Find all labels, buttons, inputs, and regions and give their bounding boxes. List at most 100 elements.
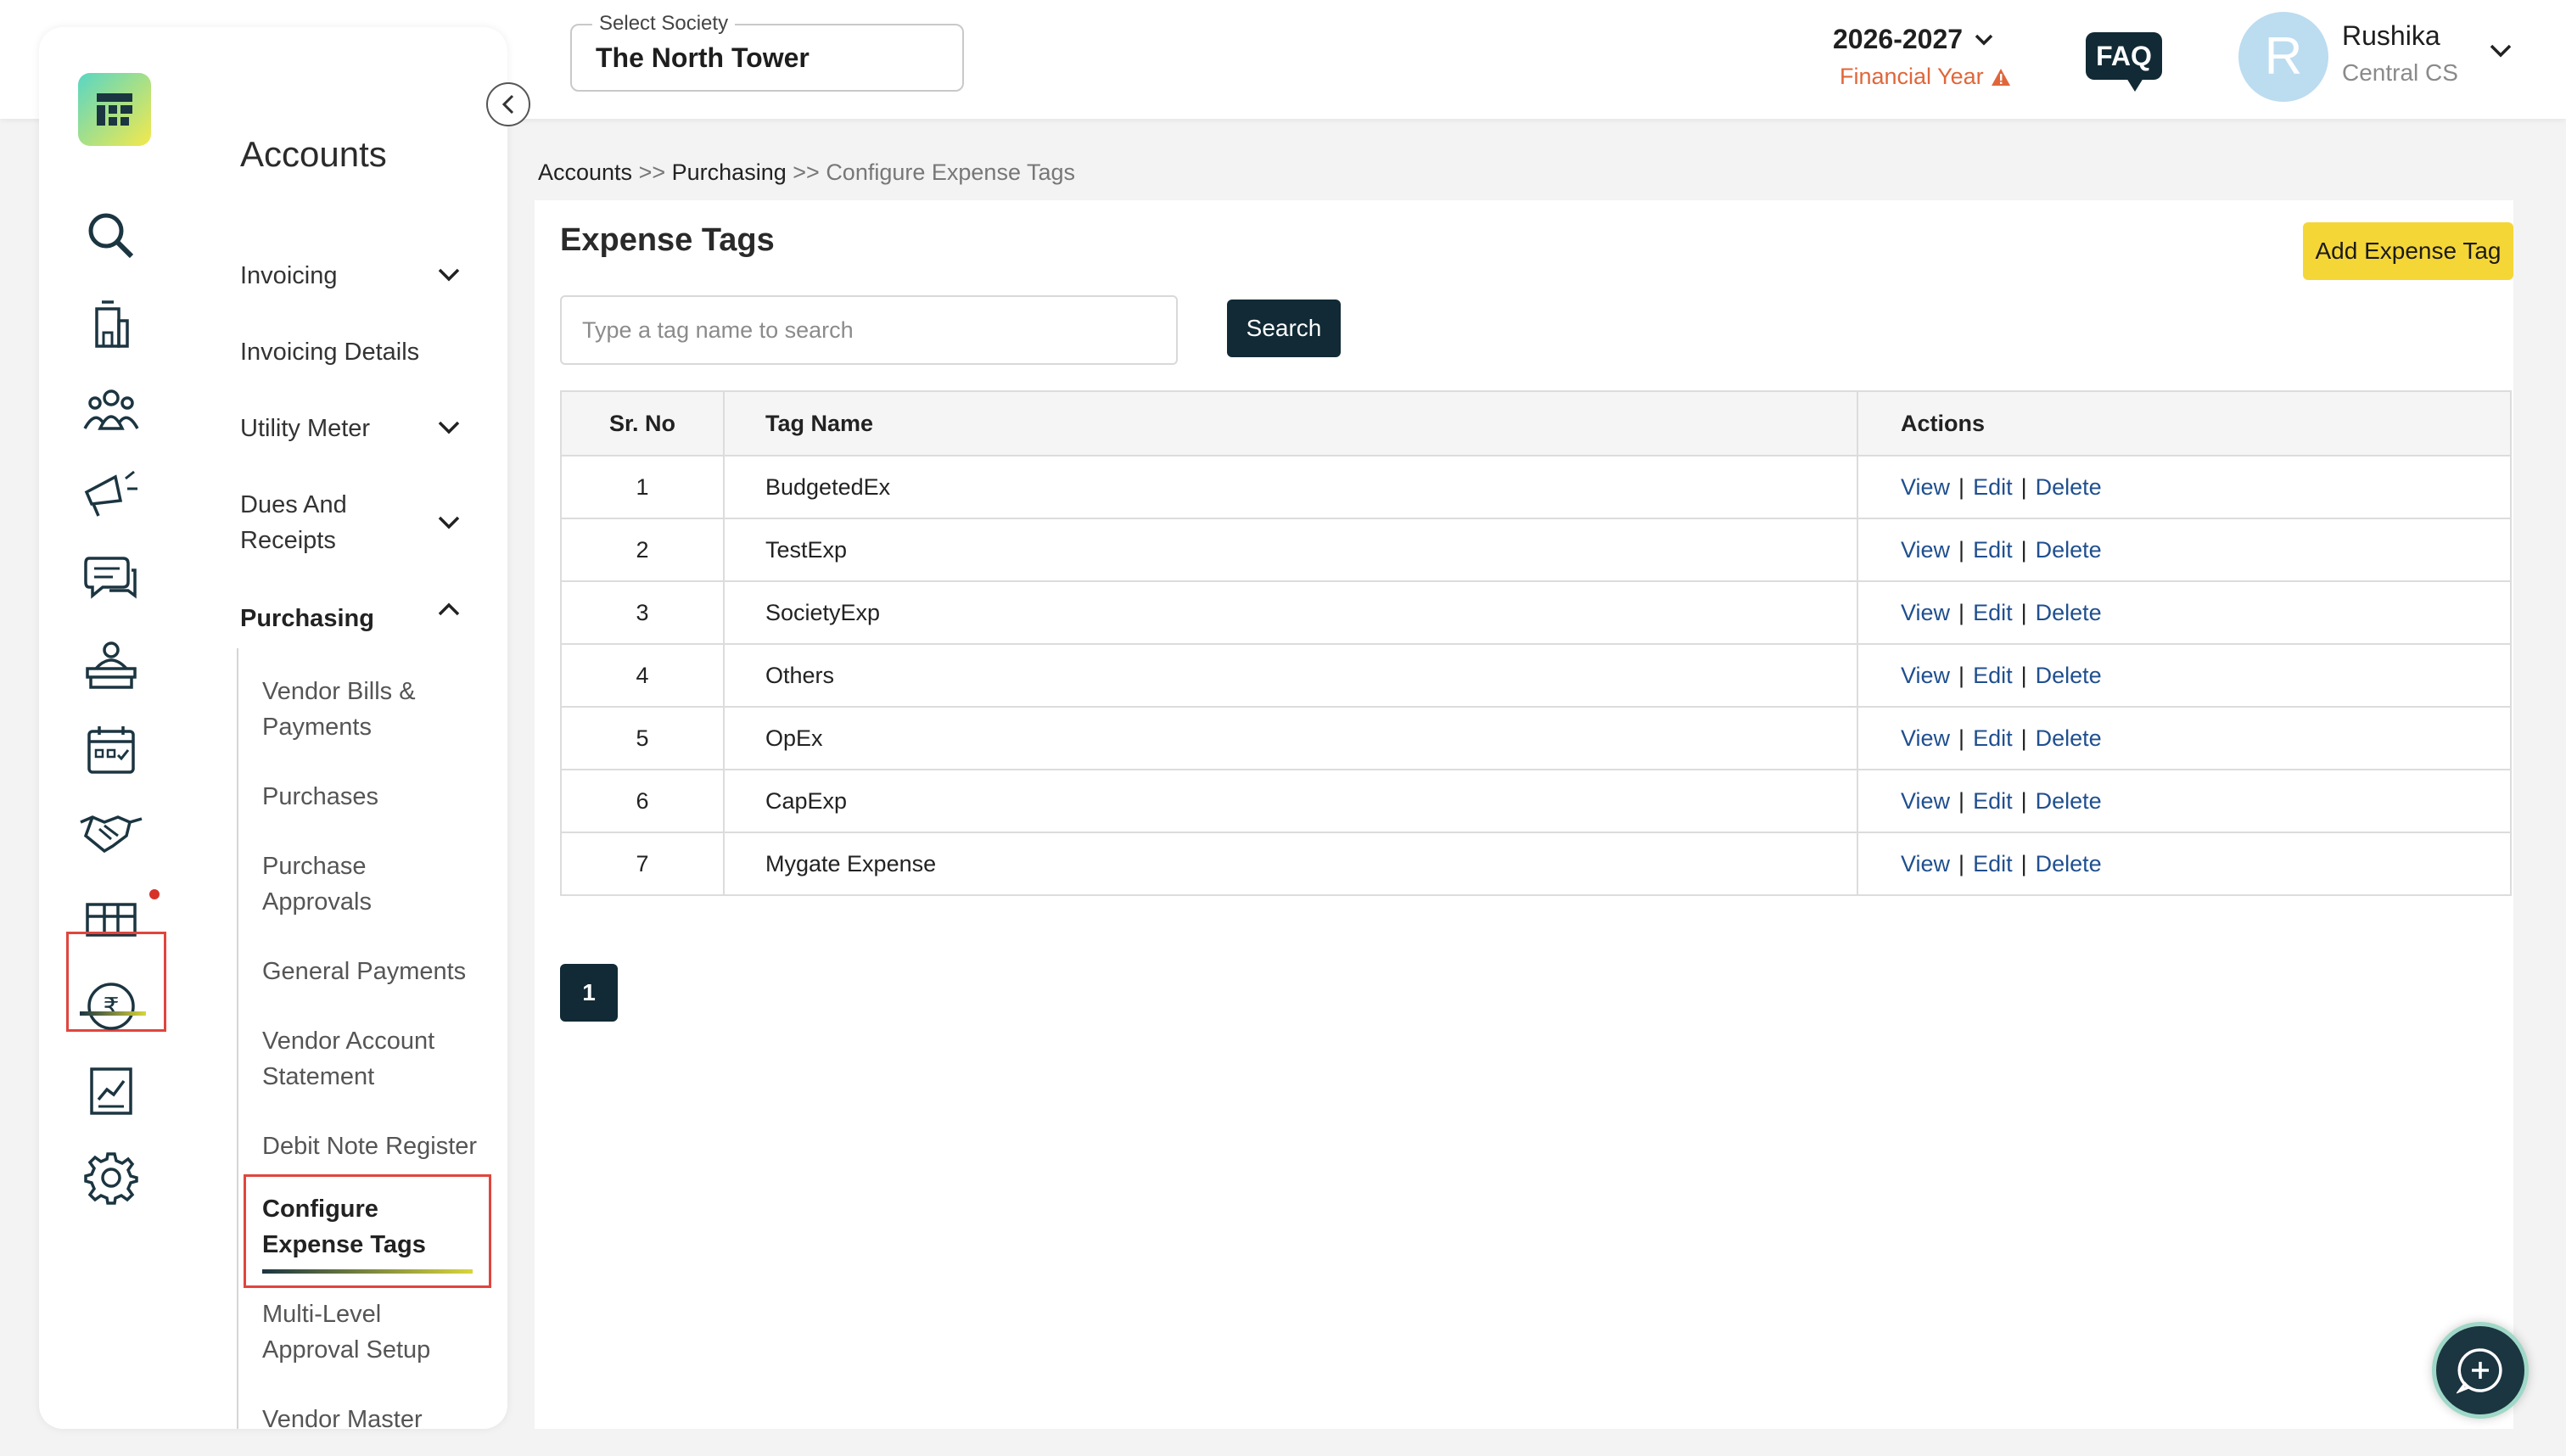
view-link[interactable]: View [1901,537,1950,563]
gear-icon[interactable] [39,1139,183,1217]
sidebar-subitem-configure-expense-tags[interactable]: Configure Expense Tags [262,1191,440,1263]
sidebar-subitem-vendor-bills[interactable]: Vendor Bills & Payments [262,674,449,745]
breadcrumb-separator: >> [638,160,666,185]
row-sr-no: 5 [560,706,725,770]
user-name[interactable]: Rushika [2342,20,2440,52]
row-tag-name: BudgetedEx [723,455,1858,519]
delete-link[interactable]: Delete [2036,474,2102,500]
announcement-icon[interactable] [39,455,183,533]
edit-link[interactable]: Edit [1973,663,2013,688]
report-icon[interactable] [39,1052,183,1130]
building-icon[interactable] [39,285,183,363]
delete-link[interactable]: Delete [2036,788,2102,814]
sidebar-subitem-vendor-master[interactable]: Vendor Master [262,1402,423,1429]
edit-link[interactable]: Edit [1973,788,2013,814]
action-separator: | [2020,536,2027,563]
financial-year-label: Financial Year [1840,64,1984,89]
view-link[interactable]: View [1901,788,1950,814]
financial-year-selector[interactable]: 2026-2027 Financial Year [1833,24,2037,105]
sidebar-subitem-general-payments[interactable]: General Payments [262,954,466,989]
row-sr-no: 7 [560,832,725,896]
chevron-down-icon[interactable] [438,421,460,434]
table-row: 3 SocietyExp View | Edit | Delete [560,580,2512,645]
edit-link[interactable]: Edit [1973,474,2013,500]
view-link[interactable]: View [1901,474,1950,500]
chevron-down-icon[interactable] [2490,44,2512,58]
row-tag-name: SocietyExp [723,580,1858,645]
column-header-actions: Actions [1857,390,2512,456]
chat-support-button[interactable] [2432,1322,2529,1419]
action-separator: | [1958,787,1965,814]
row-sr-no: 6 [560,769,725,833]
add-expense-tag-button[interactable]: Add Expense Tag [2303,222,2513,280]
view-link[interactable]: View [1901,851,1950,876]
collapse-sidebar-button[interactable] [486,82,530,126]
column-header-sr-no: Sr. No [560,390,725,456]
action-separator: | [1958,473,1965,500]
people-icon[interactable] [39,370,183,448]
society-select[interactable]: Select Society The North Tower [570,12,964,92]
chevron-up-icon[interactable] [438,602,460,616]
edit-link[interactable]: Edit [1973,725,2013,751]
sidebar-item-invoicing[interactable]: Invoicing [240,258,337,294]
handshake-icon[interactable] [39,794,183,872]
action-separator: | [2020,599,2027,625]
view-link[interactable]: View [1901,725,1950,751]
delete-link[interactable]: Delete [2036,663,2102,688]
row-actions: View | Edit | Delete [1857,518,2512,582]
sidebar-title: Accounts [240,134,387,174]
action-separator: | [1958,536,1965,563]
chat-icon[interactable] [39,540,183,618]
breadcrumb: Accounts >> Purchasing >> Configure Expe… [538,160,1075,186]
sidebar-item-invoicing-details[interactable]: Invoicing Details [240,334,419,370]
edit-link[interactable]: Edit [1973,600,2013,625]
financial-year-value: 2026-2027 [1833,24,1964,54]
logo-icon[interactable] [78,73,151,146]
row-actions: View | Edit | Delete [1857,580,2512,645]
warning-icon [1991,68,2010,86]
sidebar-item-dues-and-receipts[interactable]: Dues And Receipts [240,487,410,558]
view-link[interactable]: View [1901,663,1950,688]
chevron-down-icon[interactable] [438,516,460,529]
user-role: Central CS [2342,59,2458,86]
delete-link[interactable]: Delete [2036,725,2102,751]
sidebar-subitem-vendor-account-statement[interactable]: Vendor Account Statement [262,1023,457,1095]
delete-link[interactable]: Delete [2036,851,2102,876]
sidebar-subitem-purchases[interactable]: Purchases [262,779,378,815]
side-panel: ₹ Accounts Invoicing Invoicing Details U… [39,27,507,1429]
row-tag-name: OpEx [723,706,1858,770]
delete-link[interactable]: Delete [2036,537,2102,563]
chat-plus-icon [2457,1348,2502,1394]
avatar[interactable]: R [2238,12,2328,102]
edit-link[interactable]: Edit [1973,537,2013,563]
delete-link[interactable]: Delete [2036,600,2102,625]
sidebar-subitem-purchase-approvals[interactable]: Purchase Approvals [262,848,432,920]
sidebar-subitem-debit-note-register[interactable]: Debit Note Register [262,1128,477,1164]
sidebar-item-label: Invoicing [240,262,338,289]
column-header-tag-name: Tag Name [723,390,1858,456]
row-tag-name: Others [723,643,1858,708]
view-link[interactable]: View [1901,600,1950,625]
helpdesk-icon[interactable] [39,626,183,704]
sidebar-item-purchasing[interactable]: Purchasing [240,601,374,636]
edit-link[interactable]: Edit [1973,851,2013,876]
pagination-page-1[interactable]: 1 [560,964,618,1022]
faq-button[interactable]: FAQ [2086,32,2162,92]
svg-text:₹: ₹ [103,993,119,1022]
subitem-active-underline [262,1269,473,1274]
action-separator: | [2020,787,2027,814]
sidebar-item-utility-meter[interactable]: Utility Meter [240,411,370,446]
sidebar-subitem-multi-level-approval[interactable]: Multi-Level Approval Setup [262,1296,457,1368]
search-button[interactable]: Search [1227,300,1341,357]
search-icon[interactable] [39,197,183,275]
rupee-icon[interactable]: ₹ [39,967,183,1045]
main-content: Expense Tags Add Expense Tag Search Sr. … [535,200,2513,1429]
calendar-icon[interactable] [39,711,183,789]
chevron-down-icon[interactable] [438,268,460,282]
action-separator: | [2020,662,2027,688]
breadcrumb-accounts[interactable]: Accounts [538,160,632,185]
breadcrumb-purchasing[interactable]: Purchasing [672,160,787,185]
row-sr-no: 4 [560,643,725,708]
search-input[interactable] [560,295,1178,365]
breadcrumb-current: Configure Expense Tags [826,160,1076,185]
